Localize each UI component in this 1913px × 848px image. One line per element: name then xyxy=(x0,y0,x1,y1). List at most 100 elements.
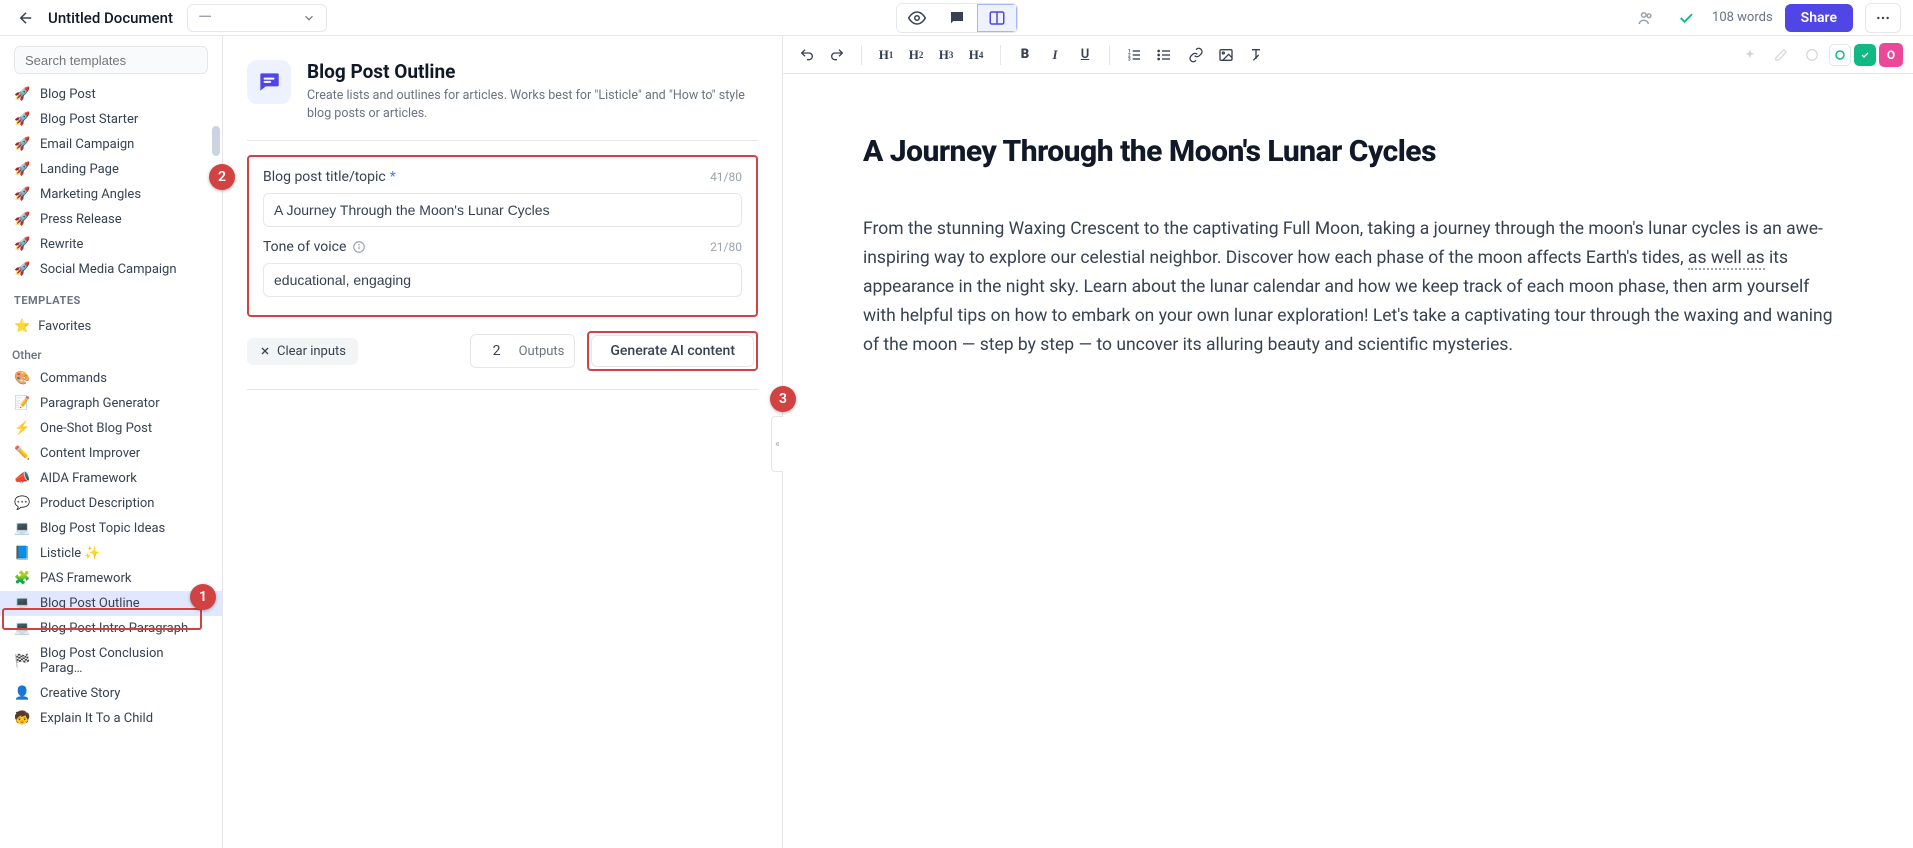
outputs-value: 2 xyxy=(471,343,515,359)
image-button[interactable] xyxy=(1212,41,1240,69)
more-menu-button[interactable] xyxy=(1865,3,1901,33)
view-mode-group xyxy=(896,3,1018,33)
template-item-icon: ✏️ xyxy=(14,446,30,461)
clear-format-icon xyxy=(1248,47,1264,63)
sidebar-scrollbar[interactable] xyxy=(212,126,220,848)
link-button[interactable] xyxy=(1182,41,1210,69)
collapse-panel-tab[interactable]: « xyxy=(771,416,783,472)
sidebar-item[interactable]: 🚀Social Media Campaign xyxy=(0,257,222,282)
sidebar-item[interactable]: ✏️Content Improver xyxy=(0,441,222,466)
g-icon xyxy=(1834,49,1846,61)
title-field-label: Blog post title/topic xyxy=(263,169,386,185)
templates-heading: TEMPLATES xyxy=(0,282,222,313)
user-avatar[interactable]: O xyxy=(1879,43,1903,67)
sidebar-item[interactable]: 🚀Press Release xyxy=(0,207,222,232)
sidebar-item[interactable]: 📣AIDA Framework xyxy=(0,466,222,491)
sparkle-icon xyxy=(1743,48,1757,62)
generate-button[interactable]: Generate AI content xyxy=(591,335,754,367)
undo-button[interactable] xyxy=(793,41,821,69)
app-header: Untitled Document — 108 words Share xyxy=(0,0,1913,36)
info-icon[interactable] xyxy=(352,240,366,254)
document-heading: A Journey Through the Moon's Lunar Cycle… xyxy=(863,134,1833,169)
document-content[interactable]: A Journey Through the Moon's Lunar Cycle… xyxy=(783,74,1913,419)
template-item-icon: 🚀 xyxy=(14,237,30,252)
sidebar-item[interactable]: 💻Blog Post Intro Paragraph xyxy=(0,616,222,641)
template-item-label: PAS Framework xyxy=(40,571,131,586)
split-mode-button[interactable] xyxy=(977,4,1017,32)
back-button[interactable] xyxy=(12,4,40,32)
preview-mode-button[interactable] xyxy=(897,4,937,32)
document-title[interactable]: Untitled Document xyxy=(48,9,173,27)
sidebar-item[interactable]: 📘 Listicle ✨ xyxy=(0,541,222,566)
status-selector[interactable]: — xyxy=(187,4,327,32)
sidebar-item[interactable]: 🧒Explain It To a Child xyxy=(0,706,222,731)
clear-format-button[interactable] xyxy=(1242,41,1270,69)
outputs-stepper[interactable]: 2 Outputs xyxy=(470,334,576,368)
h3-button[interactable]: H3 xyxy=(932,41,960,69)
undo-icon xyxy=(799,47,815,63)
template-item-label: Listicle ✨ xyxy=(40,546,101,561)
ordered-list-button[interactable]: 123 xyxy=(1120,41,1148,69)
template-icon xyxy=(247,60,291,104)
share-button[interactable]: Share xyxy=(1785,4,1853,32)
outputs-label: Outputs xyxy=(515,344,575,359)
sidebar-item[interactable]: 🚀Rewrite xyxy=(0,232,222,257)
template-item-label: Blog Post Starter xyxy=(40,112,138,127)
template-item-icon: 📘 xyxy=(14,546,30,561)
collaborators-button[interactable] xyxy=(1632,4,1660,32)
template-item-icon: 💻 xyxy=(14,596,30,611)
status-value: — xyxy=(198,7,212,28)
chat-icon xyxy=(948,9,966,27)
sidebar-item[interactable]: 🚀Blog Post Starter xyxy=(0,107,222,132)
template-item-icon: 🚀 xyxy=(14,212,30,227)
comments-mode-button[interactable] xyxy=(937,4,977,32)
template-item-label: Blog Post Outline xyxy=(40,596,140,611)
italic-button[interactable]: I xyxy=(1041,41,1069,69)
ai-tool-2[interactable] xyxy=(1767,41,1795,69)
title-input[interactable] xyxy=(263,193,742,227)
unordered-list-button[interactable] xyxy=(1150,41,1178,69)
sidebar-item[interactable]: 💬Product Description xyxy=(0,491,222,516)
favorites-item[interactable]: ⭐ Favorites xyxy=(0,313,222,340)
redo-button[interactable] xyxy=(823,41,851,69)
list-ol-icon: 123 xyxy=(1126,47,1142,63)
template-item-label: One-Shot Blog Post xyxy=(40,421,152,436)
ai-tool-3[interactable] xyxy=(1798,41,1826,69)
template-item-icon: 💻 xyxy=(14,521,30,536)
sidebar-item[interactable]: 🧩PAS Framework xyxy=(0,566,222,591)
template-item-icon: 🏁 xyxy=(14,654,30,669)
sidebar-item-blog-post-outline[interactable]: 💻 Blog Post Outline xyxy=(0,591,222,616)
sidebar-item[interactable]: 🚀Landing Page xyxy=(0,157,222,182)
template-item-icon: 🚀 xyxy=(14,187,30,202)
sidebar-item[interactable]: 🚀Email Campaign xyxy=(0,132,222,157)
sidebar-item[interactable]: 🏁Blog Post Conclusion Parag… xyxy=(0,641,222,681)
h2-button[interactable]: H2 xyxy=(902,41,930,69)
annotation-marker-1: 1 xyxy=(190,584,216,610)
template-item-label: Blog Post Intro Paragraph xyxy=(40,621,188,636)
underline-button[interactable]: U xyxy=(1071,41,1099,69)
layout-split-icon xyxy=(988,9,1006,27)
tone-input[interactable] xyxy=(263,263,742,297)
speech-bubble-icon xyxy=(256,69,282,95)
grammar-badge[interactable] xyxy=(1829,44,1851,66)
sidebar-item[interactable]: 🚀Blog Post xyxy=(0,82,222,107)
sidebar-item[interactable]: 🚀Marketing Angles xyxy=(0,182,222,207)
sidebar-item[interactable]: ⚡One-Shot Blog Post xyxy=(0,416,222,441)
sidebar-item[interactable]: 💻Blog Post Topic Ideas xyxy=(0,516,222,541)
ai-tool-1[interactable] xyxy=(1736,41,1764,69)
sidebar-item[interactable]: 🎨Commands xyxy=(0,366,222,391)
grammar-highlight[interactable]: as well as xyxy=(1688,248,1765,270)
bold-button[interactable]: B xyxy=(1011,41,1039,69)
template-item-label: Blog Post xyxy=(40,87,96,102)
plagiarism-badge[interactable] xyxy=(1854,44,1876,66)
clear-inputs-button[interactable]: Clear inputs xyxy=(247,338,358,365)
sidebar-item[interactable]: 📝Paragraph Generator xyxy=(0,391,222,416)
search-input[interactable] xyxy=(14,46,208,74)
h1-button[interactable]: H1 xyxy=(872,41,900,69)
users-icon xyxy=(1637,9,1655,27)
template-item-label: Explain It To a Child xyxy=(40,711,153,726)
required-asterisk: * xyxy=(390,169,396,185)
h4-button[interactable]: H4 xyxy=(962,41,990,69)
template-item-icon: 🚀 xyxy=(14,162,30,177)
sidebar-item[interactable]: 👤Creative Story xyxy=(0,681,222,706)
